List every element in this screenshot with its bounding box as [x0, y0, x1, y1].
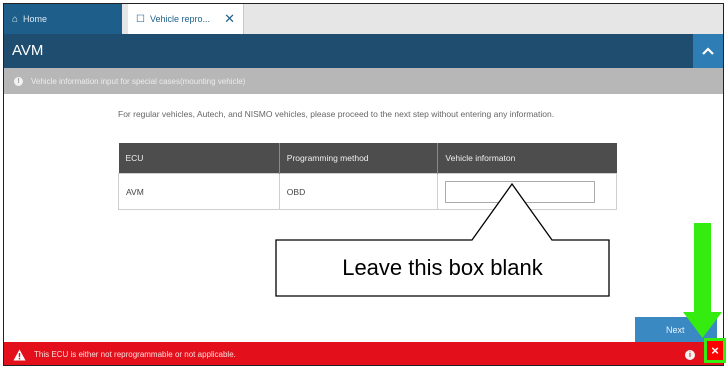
tab-vehicle-label: Vehicle repro... [149, 14, 211, 24]
tab-home-label: Home [23, 14, 48, 24]
collapse-button[interactable] [693, 34, 723, 68]
error-bar: This ECU is either not reprogrammable or… [4, 342, 723, 365]
table-row: AVM OBD [118, 173, 617, 210]
error-bar-text: This ECU is either not reprogrammable or… [34, 350, 236, 359]
close-icon[interactable]: × [704, 338, 726, 363]
cell-programming-method: OBD [278, 173, 439, 210]
error-info-icon[interactable]: i [685, 350, 695, 360]
home-icon: ⌂ [12, 13, 19, 25]
cell-vehicle-information [437, 173, 617, 210]
page-title: AVM [12, 42, 44, 59]
ecu-table: ECU Programming method Vehicle informato… [118, 143, 617, 210]
tab-vehicle-reprogramming[interactable]: ☐ Vehicle repro... ✕ [128, 4, 244, 34]
tab-bar: ⌂ Home ☐ Vehicle repro... ✕ [4, 4, 723, 35]
table-header-row: ECU Programming method Vehicle informato… [118, 143, 617, 174]
column-header-vehicle-information: Vehicle informaton [437, 143, 617, 174]
app-window: ⌂ Home ☐ Vehicle repro... ✕ AVM ! Vehicl… [3, 3, 724, 366]
info-icon: ! [14, 76, 23, 86]
window-icon: ☐ [136, 13, 145, 25]
tab-home[interactable]: ⌂ Home [4, 4, 122, 34]
instruction-text: For regular vehicles, Autech, and NISMO … [118, 109, 555, 119]
close-tab-icon[interactable]: ✕ [224, 11, 235, 27]
chevron-up-icon [702, 47, 714, 55]
warning-icon [13, 349, 26, 361]
vehicle-information-input[interactable] [445, 180, 596, 203]
info-bar-text: Vehicle information input for special ca… [31, 76, 246, 86]
callout-label: Leave this box blank [342, 255, 543, 280]
section-header: AVM [4, 34, 723, 68]
info-bar: ! Vehicle information input for special … [4, 68, 723, 94]
cell-ecu: AVM [118, 173, 280, 210]
next-button[interactable]: Next [635, 317, 717, 343]
column-header-ecu: ECU [118, 143, 280, 174]
column-header-programming-method: Programming method [279, 143, 439, 174]
